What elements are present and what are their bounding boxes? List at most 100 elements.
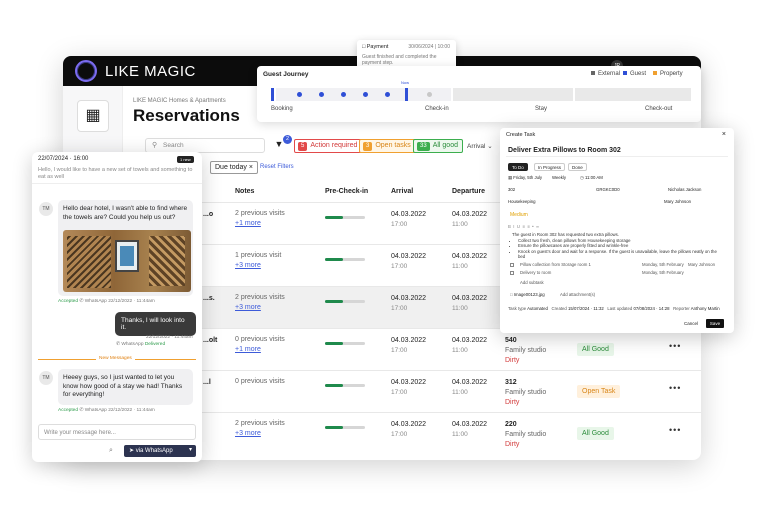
arrival-date: 04.03.2022 [391, 379, 427, 386]
header-arrival: Arrival [391, 188, 414, 195]
message-input[interactable]: Write your message here... [38, 424, 196, 440]
table-row[interactable]: 2 previous visits +3 more 04.03.2022 17:00 0… [123, 412, 701, 454]
message-bubble-incoming: Heeey guys, so I just wanted to let you … [58, 369, 193, 405]
departure-time: 11:00 [452, 305, 468, 312]
status-done-button[interactable]: Done [568, 163, 587, 171]
notes-more-link[interactable]: +3 more [235, 430, 261, 437]
room-number: 220 [505, 421, 517, 428]
legend-external: External [591, 71, 620, 77]
chip-all-good[interactable]: 33 All good [413, 139, 463, 153]
assignee-value: Mary Johnson [664, 199, 691, 204]
status-in-progress-button[interactable]: In Progress [534, 163, 566, 171]
room-status: Dirty [505, 441, 520, 448]
page-title: Reservations [133, 106, 240, 125]
repeat-field[interactable]: Weekly [552, 175, 566, 180]
text-toolbar[interactable]: B I U ≡ ≡ • ∞ [508, 224, 539, 229]
arrival-select[interactable]: Arrival ⌄ [467, 142, 493, 150]
chip-count: 33 [417, 142, 430, 151]
more-options-icon[interactable]: ••• [669, 383, 681, 393]
message-text: Heeey guys, so I just wanted to let you … [63, 374, 183, 398]
chat-panel: 22/07/2024 · 16:00 1 new Hello, I would … [32, 152, 202, 462]
close-icon[interactable]: × [249, 164, 253, 171]
subtask-checkbox[interactable] [510, 263, 514, 267]
arrival-date: 04.03.2022 [391, 295, 427, 302]
more-options-icon[interactable]: ••• [669, 341, 681, 351]
more-options-icon[interactable]: ••• [669, 425, 681, 435]
phase-check-out: Check-out [645, 106, 673, 112]
image-frame [115, 240, 139, 272]
departure-time: 11:00 [452, 431, 468, 438]
legend-guest: Guest [623, 71, 646, 77]
chevron-down-icon[interactable]: ▾ [189, 446, 192, 453]
building-icon[interactable]: ▦ [77, 100, 109, 132]
send-whatsapp-button[interactable]: ➤ via WhatsApp ▾ [124, 445, 196, 457]
subtask-date: Monday, 5th February [642, 270, 684, 275]
assignee-field[interactable]: Mary Johnson [664, 199, 691, 204]
guest-field[interactable]: Nicholas Jackson [668, 187, 701, 192]
room-status: Dirty [505, 399, 520, 406]
notes-more-link[interactable]: +1 more [235, 346, 261, 353]
reset-filters-link[interactable]: Reset Filters [260, 164, 294, 170]
guest-name: ...olt [203, 337, 218, 344]
subtask-label: Pillow collection from Storage room 1 [520, 262, 591, 267]
due-today-filter[interactable]: Due today × [210, 161, 258, 174]
chip-label: Action required [310, 142, 358, 149]
linked-room-field[interactable]: 302 [508, 187, 515, 192]
reservation-field[interactable]: GRGKC0D0 [596, 187, 620, 192]
footer-value: 07/08/2024 · 14:28 [633, 306, 670, 311]
phase-booking: Booking [271, 106, 293, 112]
chip-action-required[interactable]: 5 Action required [294, 139, 363, 153]
notes-visits: 2 previous visits [235, 420, 285, 427]
search-input[interactable]: ⚲ Search [145, 138, 265, 153]
save-button[interactable]: Save [706, 319, 724, 328]
notes-more-link[interactable]: +1 more [235, 220, 261, 227]
attachment-chip[interactable]: □ Image00123.jpg [510, 292, 545, 297]
close-icon[interactable]: × [722, 131, 726, 138]
message-image[interactable] [63, 230, 191, 292]
task-description[interactable]: The guest in Room 302 has requested two … [512, 232, 722, 260]
priority-label[interactable]: Medium [510, 212, 528, 218]
add-attachment-link[interactable]: Add attachment(s) [560, 292, 595, 297]
due-today-label: Due today [215, 164, 247, 171]
departure-time: 11:00 [452, 263, 468, 270]
journey-step[interactable] [319, 92, 324, 97]
group-field[interactable]: Housekeeping [508, 199, 535, 204]
header-departure: Departure [452, 188, 486, 195]
arrival-time: 17:00 [391, 389, 408, 396]
modal-header: Create Task [506, 132, 536, 138]
journey-step[interactable] [427, 92, 432, 97]
message-status: Accepted [58, 299, 79, 304]
room-type: Family studio [505, 431, 547, 438]
table-row[interactable]: ...l 0 previous visits 04.03.2022 17:00 04.0… [123, 370, 701, 412]
table-row[interactable]: ...olt 0 previous visits +1 more 04.03.2022… [123, 328, 701, 370]
message-meta: Accepted ✆ WhatsApp 22/12/2022 · 11:44am [58, 408, 155, 413]
notes-more-link[interactable]: +3 more [235, 304, 261, 311]
pre-check-in-progress [325, 258, 365, 261]
departure-date: 04.03.2022 [452, 421, 488, 428]
add-subtask-link[interactable]: Add subtask [520, 280, 544, 285]
status-badge: All Good [577, 343, 614, 356]
payment-icon: □ [362, 44, 366, 50]
journey-step[interactable] [297, 92, 302, 97]
time-field[interactable]: ◷ 11:00 AM [580, 175, 603, 181]
date-field[interactable]: ▦ Friday, 5th July [508, 175, 542, 181]
task-title[interactable]: Deliver Extra Pillows to Room 302 [508, 147, 621, 154]
status-todo-button[interactable]: To Do [508, 163, 528, 171]
arrival-date: 04.03.2022 [391, 421, 427, 428]
image-rack [149, 236, 185, 286]
legend-label: Guest [630, 71, 647, 77]
journey-start-marker [271, 88, 274, 101]
journey-step[interactable] [385, 92, 390, 97]
attachment-icon[interactable]: ⌕ [109, 447, 113, 455]
arrival-select-label: Arrival [467, 143, 486, 150]
journey-step[interactable] [341, 92, 346, 97]
chip-open-tasks[interactable]: 3 Open tasks [359, 139, 416, 153]
journey-step[interactable] [363, 92, 368, 97]
departure-time: 11:00 [452, 389, 468, 396]
notes-visits: 1 previous visit [235, 252, 282, 259]
message-status: Accepted [58, 408, 79, 413]
notes-more-link[interactable]: +3 more [235, 262, 261, 269]
subtask-checkbox[interactable] [510, 271, 514, 275]
pre-check-in-progress [325, 426, 365, 429]
cancel-button[interactable]: Cancel [684, 321, 698, 326]
